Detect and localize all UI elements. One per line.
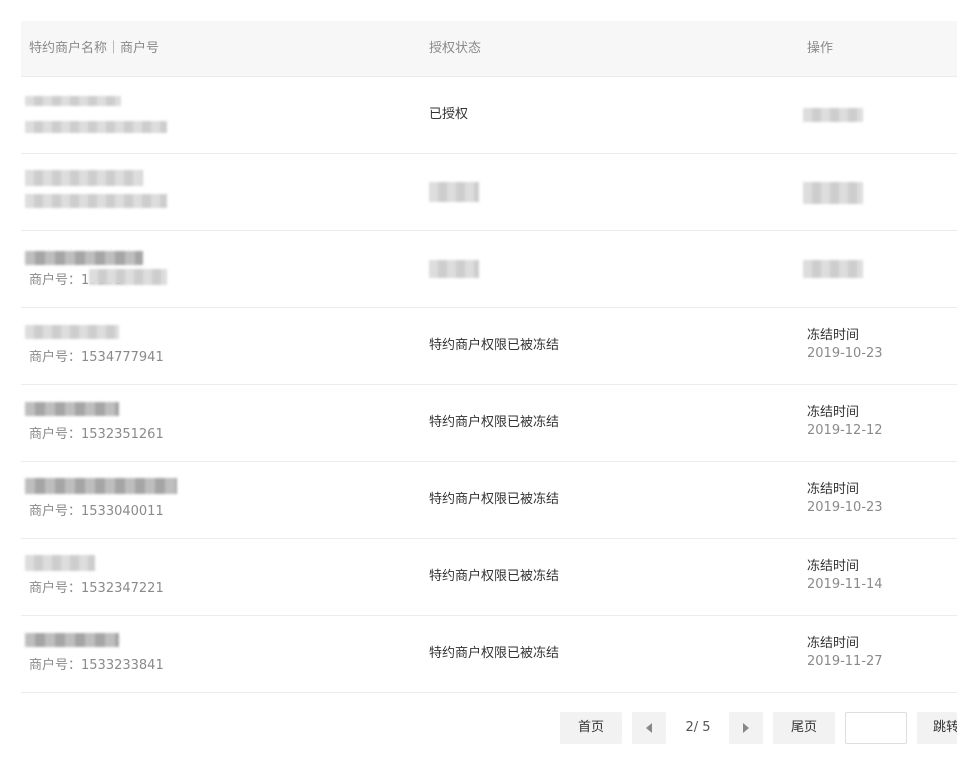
triangle-right-icon [743, 723, 749, 733]
redacted-merchant-name [25, 251, 143, 265]
auth-status: 特约商户权限已被冻结 [429, 492, 560, 507]
page-indicator: 2/ 5 [685, 720, 711, 735]
merchant-number: 商户号：1534777941 [29, 350, 164, 365]
table-row: 商户号：1533233841 特约商户权限已被冻结 冻结时间 2019-11-2… [21, 616, 957, 693]
redacted-merchant-name [25, 478, 177, 494]
auth-status: 特约商户权限已被冻结 [429, 338, 560, 353]
redacted-auth-status [429, 182, 479, 202]
redacted-merchant-no [25, 121, 167, 133]
table-row: 商户号：1534777941 特约商户权限已被冻结 冻结时间 2019-10-2… [21, 308, 957, 385]
freeze-date: 2019-12-12 [807, 423, 883, 438]
header-auth-status: 授权状态 [429, 41, 482, 56]
auth-status: 特约商户权限已被冻结 [429, 646, 560, 661]
freeze-time-label: 冻结时间 [807, 559, 860, 574]
freeze-date: 2019-11-14 [807, 577, 883, 592]
freeze-time-label: 冻结时间 [807, 636, 860, 651]
merchant-number: 商户号：1532347221 [29, 581, 164, 596]
redacted-action[interactable] [803, 182, 863, 204]
jump-button[interactable]: 跳转 [917, 712, 957, 744]
next-page-button[interactable] [729, 712, 763, 744]
redacted-merchant-name [25, 170, 143, 186]
freeze-time-label: 冻结时间 [807, 405, 860, 420]
merchant-table: 特约商户名称｜商户号 授权状态 操作 已授权 商户号：15352 商户号：153… [21, 21, 957, 693]
merchant-number: 商户号：1533233841 [29, 658, 164, 673]
table-row: 商户号：1532351261 特约商户权限已被冻结 冻结时间 2019-12-1… [21, 385, 957, 462]
freeze-time-label: 冻结时间 [807, 328, 860, 343]
table-row: 商户号：1533040011 特约商户权限已被冻结 冻结时间 2019-10-2… [21, 462, 957, 539]
redacted-merchant-name [25, 325, 119, 339]
redacted-merchant-name [25, 96, 121, 106]
table-row [21, 154, 957, 231]
redacted-action[interactable] [803, 260, 863, 278]
redacted-merchant-name [25, 402, 119, 416]
header-action: 操作 [807, 41, 834, 56]
auth-status: 特约商户权限已被冻结 [429, 569, 560, 584]
merchant-number: 商户号：1532351261 [29, 427, 164, 442]
table-row: 商户号：15352 [21, 231, 957, 308]
pagination: 首页 2/ 5 尾页 跳转 [0, 712, 957, 744]
auth-status: 特约商户权限已被冻结 [429, 415, 560, 430]
merchant-number: 商户号：1533040011 [29, 504, 164, 519]
redacted-auth-status [429, 260, 479, 278]
auth-status: 已授权 [429, 107, 469, 122]
table-header: 特约商户名称｜商户号 授权状态 操作 [21, 21, 957, 77]
freeze-time-label: 冻结时间 [807, 482, 860, 497]
redacted-merchant-name [25, 555, 95, 571]
last-page-button[interactable]: 尾页 [773, 712, 835, 744]
header-merchant-name: 特约商户名称｜商户号 [29, 41, 160, 56]
first-page-button[interactable]: 首页 [560, 712, 622, 744]
freeze-date: 2019-10-23 [807, 346, 883, 361]
merchant-list-page: 特约商户名称｜商户号 授权状态 操作 已授权 商户号：15352 商户号：153… [0, 0, 957, 757]
triangle-left-icon [646, 723, 652, 733]
page-jump-input[interactable] [845, 712, 907, 744]
prev-page-button[interactable] [632, 712, 666, 744]
freeze-date: 2019-11-27 [807, 654, 883, 669]
redacted-merchant-no [89, 269, 167, 285]
redacted-merchant-name [25, 633, 119, 647]
freeze-date: 2019-10-23 [807, 500, 883, 515]
redacted-action[interactable] [803, 108, 863, 122]
table-row: 已授权 [21, 77, 957, 154]
redacted-merchant-no [25, 194, 167, 208]
table-row: 商户号：1532347221 特约商户权限已被冻结 冻结时间 2019-11-1… [21, 539, 957, 616]
